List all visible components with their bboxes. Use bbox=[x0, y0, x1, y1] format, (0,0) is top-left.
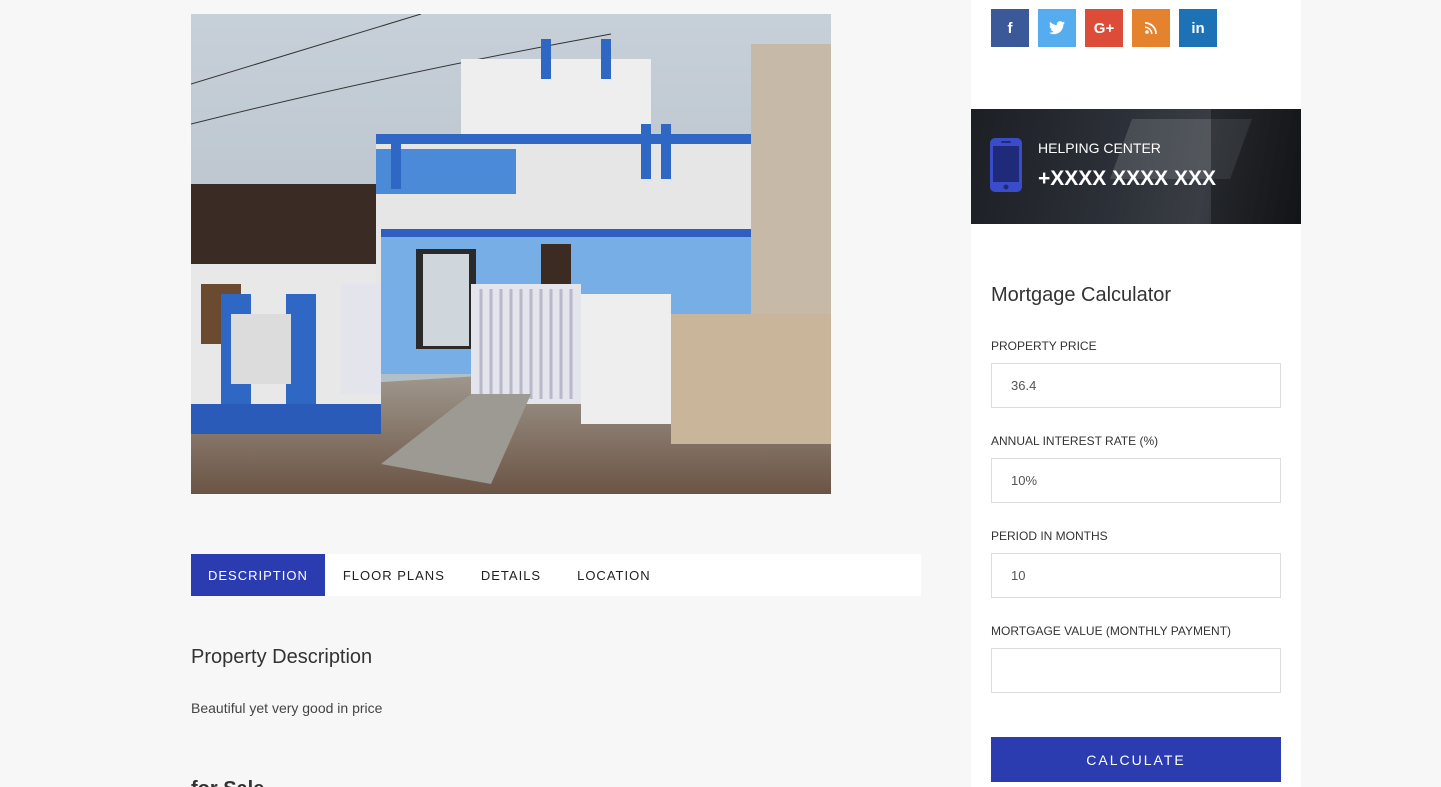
social-links: f G+ in bbox=[991, 9, 1217, 47]
property-price-label: PROPERTY PRICE bbox=[991, 339, 1097, 353]
mortgage-value-label: MORTGAGE VALUE (MONTHLY PAYMENT) bbox=[991, 624, 1232, 638]
section-heading-partial: for Sale bbox=[191, 778, 264, 787]
linkedin-icon[interactable]: in bbox=[1179, 9, 1217, 47]
helping-center-banner: HELPING CENTER +XXXX XXXX XXX bbox=[971, 109, 1301, 224]
property-price-input[interactable] bbox=[991, 363, 1281, 408]
property-description-text: Beautiful yet very good in price bbox=[191, 700, 383, 716]
period-months-label: PERIOD IN MONTHS bbox=[991, 529, 1108, 543]
facebook-icon[interactable]: f bbox=[991, 9, 1029, 47]
property-tabs: DESCRIPTION FLOOR PLANS DETAILS LOCATION bbox=[191, 554, 921, 596]
tab-details[interactable]: DETAILS bbox=[463, 554, 559, 596]
helping-center-phone[interactable]: +XXXX XXXX XXX bbox=[1038, 167, 1216, 191]
interest-rate-input[interactable] bbox=[991, 458, 1281, 503]
tab-description[interactable]: DESCRIPTION bbox=[191, 554, 325, 596]
mortgage-calculator-title: Mortgage Calculator bbox=[991, 284, 1172, 306]
period-months-input[interactable] bbox=[991, 553, 1281, 598]
mobile-phone-icon bbox=[990, 138, 1022, 197]
tab-location[interactable]: LOCATION bbox=[559, 554, 669, 596]
rss-icon[interactable] bbox=[1132, 9, 1170, 47]
tab-floor-plans[interactable]: FLOOR PLANS bbox=[325, 554, 463, 596]
google-plus-icon[interactable]: G+ bbox=[1085, 9, 1123, 47]
property-page: DESCRIPTION FLOOR PLANS DETAILS LOCATION… bbox=[0, 0, 1441, 787]
mortgage-value-input[interactable] bbox=[991, 648, 1281, 693]
calculate-button[interactable]: CALCULATE bbox=[991, 737, 1281, 782]
property-description-title: Property Description bbox=[191, 646, 373, 668]
twitter-icon[interactable] bbox=[1038, 9, 1076, 47]
banner-background-shape bbox=[1211, 109, 1301, 224]
interest-rate-label: ANNUAL INTEREST RATE (%) bbox=[991, 434, 1159, 448]
property-photo bbox=[191, 14, 831, 494]
helping-center-label: HELPING CENTER bbox=[1038, 140, 1161, 156]
